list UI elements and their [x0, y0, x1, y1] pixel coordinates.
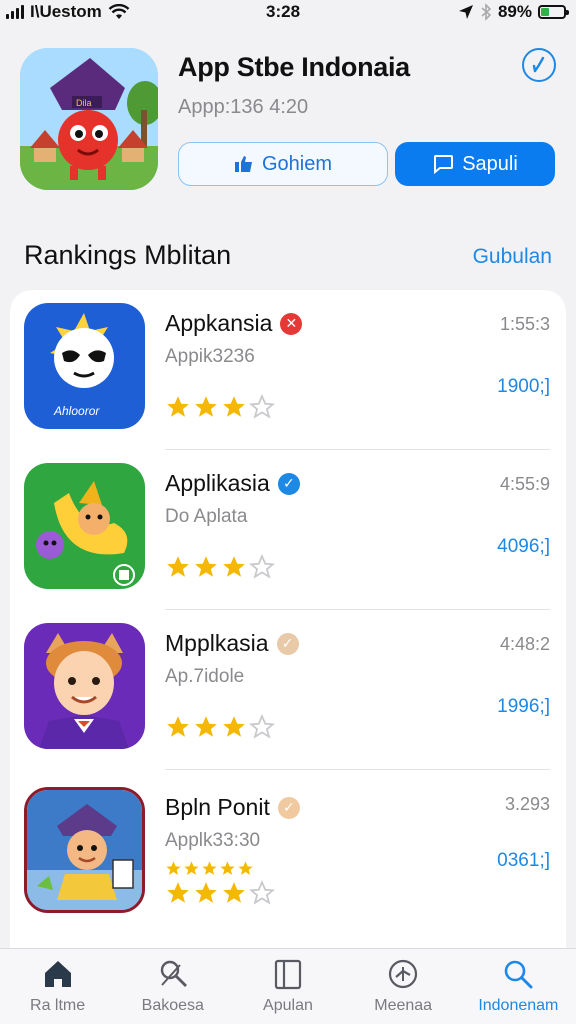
- thumbs-up-icon: [234, 156, 252, 172]
- wifi-icon: [108, 4, 130, 19]
- section-title: Rankings Mblitan: [24, 240, 232, 270]
- tab-label: Bakoesa: [141, 997, 204, 1014]
- star-empty-icon: [249, 714, 275, 739]
- magnifier-tools-icon: [160, 960, 187, 987]
- app-thumbnail: Ahlooror: [24, 303, 145, 429]
- ranking-list: Ahlooror Appkansia ✕ Appik3236 1:55:3 19…: [10, 290, 566, 990]
- verified-badge-icon: ✓: [277, 472, 300, 495]
- svg-text:Dila: Dila: [76, 98, 92, 108]
- tab-label: Ra ltme: [30, 997, 86, 1014]
- download-count: 1900;]: [497, 376, 550, 397]
- tab-apps[interactable]: Apulan: [233, 957, 343, 1015]
- star-filled-icon: [195, 396, 217, 417]
- get-button-label: Sapuli: [462, 152, 518, 175]
- mini-rating-stars: [165, 860, 254, 877]
- status-bar: I\Uestom 3:28 89%: [0, 0, 576, 24]
- tab-tools[interactable]: Bakoesa: [118, 957, 228, 1015]
- rating-stars: [165, 554, 275, 580]
- get-button[interactable]: Sapuli: [395, 142, 555, 186]
- tab-search[interactable]: Indonenam: [463, 957, 573, 1015]
- app-meta: 4:55:9: [499, 474, 550, 494]
- download-count: 1996;]: [497, 696, 550, 717]
- share-button[interactable]: [522, 48, 556, 82]
- compass-icon: [389, 959, 418, 989]
- star-empty-icon: [249, 394, 275, 419]
- list-item[interactable]: Mpplkasia ✓ Ap.7idole 4:48:2 1996;]: [10, 610, 566, 770]
- rating-stars: [165, 394, 275, 420]
- star-empty-icon: [249, 554, 275, 579]
- home-icon: [44, 961, 71, 987]
- star-empty-icon: [249, 880, 275, 905]
- star-filled-icon: [195, 716, 217, 737]
- list-item[interactable]: Applikasia ✓ Do Aplata 4:55:9 4096;]: [10, 450, 566, 610]
- star-filled-icon: [223, 396, 245, 417]
- star-filled-icon: [223, 716, 245, 737]
- list-item[interactable]: Bpln Ponit ✓ Applk33:30 3.293 0361;]: [10, 774, 566, 934]
- see-all-link[interactable]: Gubulan: [473, 245, 552, 269]
- carrier-label: I\Uestom: [30, 2, 102, 21]
- verified-badge-icon: ✕: [280, 312, 303, 335]
- verified-badge-icon: ✓: [276, 632, 299, 655]
- pen-icon: [532, 56, 545, 73]
- tab-bar: Ra ltme Bakoesa Apulan Meenaa Indonenam: [0, 948, 576, 1024]
- rating-stars: [165, 714, 275, 740]
- app-developer: Appik3236: [165, 346, 255, 367]
- bluetooth-icon: [481, 3, 492, 21]
- star-filled-icon: [195, 556, 217, 577]
- app-meta: 3.293: [504, 794, 550, 814]
- battery-percent: 89%: [497, 2, 532, 21]
- verified-badge-icon: ✓: [277, 796, 300, 819]
- app-header: Dila App Stbe Indonaia Appp:136 4:20 Goh…: [20, 48, 560, 193]
- download-count: 4096;]: [497, 536, 550, 557]
- tab-label: Meenaa: [374, 997, 433, 1014]
- app-name: Bpln Ponit: [165, 794, 270, 820]
- tab-label: Apulan: [263, 997, 313, 1014]
- star-filled-icon: [167, 556, 189, 577]
- star-filled-icon: [167, 882, 189, 903]
- tab-home[interactable]: Ra ltme: [3, 957, 113, 1015]
- app-thumbnail: [24, 623, 145, 749]
- battery-icon: [538, 5, 569, 19]
- app-developer: Do Aplata: [165, 506, 248, 527]
- app-title: App Stbe Indonaia: [178, 52, 410, 82]
- app-name: Appkansia: [165, 310, 273, 336]
- tab-label: Indonenam: [478, 997, 559, 1014]
- app-thumbnail: [24, 787, 145, 913]
- app-subtitle: Appp:136 4:20: [178, 96, 309, 118]
- app-meta: 1:55:3: [499, 314, 550, 334]
- star-filled-icon: [195, 882, 217, 903]
- star-filled-icon: [167, 396, 189, 417]
- app-developer: Ap.7idole: [165, 666, 245, 687]
- app-thumbnail: [24, 463, 145, 589]
- app-icon[interactable]: Dila: [20, 48, 158, 190]
- divider: [165, 769, 550, 770]
- list-item[interactable]: Ahlooror Appkansia ✕ Appik3236 1:55:3 19…: [10, 290, 566, 450]
- like-button-label: Gohiem: [261, 152, 333, 175]
- app-developer: Applk33:30: [165, 830, 261, 851]
- app-name: Mpplkasia: [165, 630, 269, 656]
- tab-compass[interactable]: Meenaa: [348, 957, 458, 1015]
- svg-text:Ahlooror: Ahlooror: [53, 404, 100, 418]
- chat-icon: [434, 155, 454, 174]
- app-name: Applikasia: [165, 470, 270, 496]
- location-icon: [458, 5, 473, 19]
- app-meta: 4:48:2: [499, 634, 550, 654]
- star-filled-icon: [167, 716, 189, 737]
- rating-stars: [165, 880, 275, 906]
- clock: 3:28: [266, 2, 301, 21]
- book-icon: [274, 959, 302, 990]
- search-icon: [505, 960, 533, 989]
- signal-icon: [6, 5, 24, 19]
- star-filled-icon: [223, 556, 245, 577]
- download-count: 0361;]: [497, 850, 550, 871]
- like-button[interactable]: Gohiem: [178, 142, 388, 186]
- star-filled-icon: [223, 882, 245, 903]
